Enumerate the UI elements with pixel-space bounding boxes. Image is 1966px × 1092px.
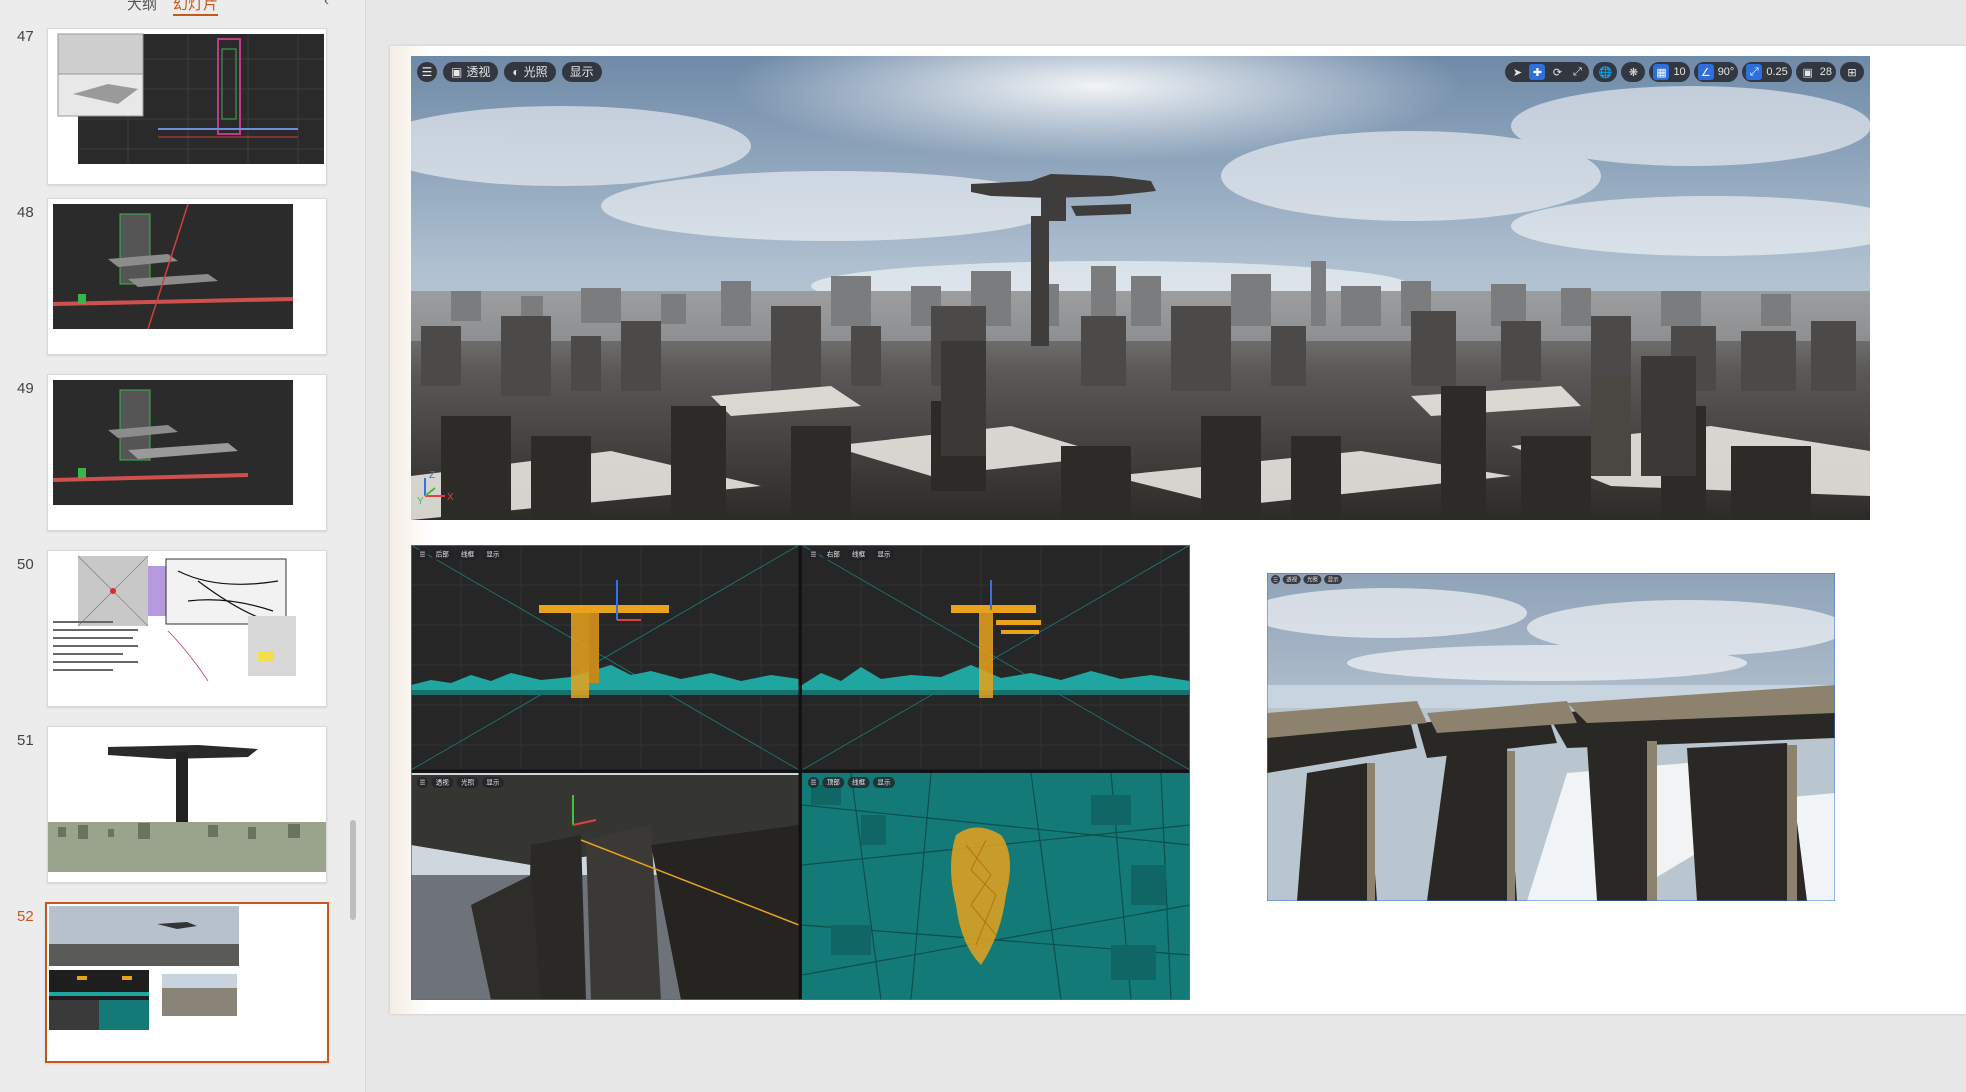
slide-number: 52: [17, 908, 34, 925]
circle-half-icon: ◐: [512, 65, 520, 79]
select-arrow-icon[interactable]: ➤: [1509, 64, 1525, 80]
rotate-icon[interactable]: ⟳: [1549, 64, 1565, 80]
hamburger-icon[interactable]: ☰: [808, 549, 819, 560]
quad-toolbar-back: ☰ 后部 线框 显示: [417, 549, 504, 560]
svg-text:Y: Y: [417, 496, 424, 507]
viewport-toolbar-right: ➤ ✚ ⟳ ⤢ 🌐 ❋ ▦ 10 ∠ 90° ⤢ 0.25 ▣ 28 ⊞: [1505, 62, 1864, 82]
tab-slides[interactable]: 幻灯片: [173, 0, 219, 16]
slide-canvas-area: X Y Z ☰ ▣ 透视 ◐ 光照 显示 ➤ ✚ ⟳ ⤢ 🌐 ❋ ▦ 10 ∠ …: [366, 0, 1966, 1092]
tab-outline[interactable]: 大纲: [127, 0, 157, 14]
lighting-mode-button[interactable]: ◐ 光照: [504, 62, 556, 82]
grid-icon: ▦: [1653, 64, 1670, 80]
show-menu-button[interactable]: 显示: [481, 549, 504, 560]
view-mode-button[interactable]: 右部: [822, 549, 845, 560]
pane-tabs: 大纲 幻灯片 ‹: [0, 0, 365, 16]
quad-toolbar-perspective: ☰ 透视 光照 显示: [417, 777, 504, 788]
angle-icon: ∠: [1697, 64, 1714, 80]
pane-scrollbar[interactable]: [350, 820, 356, 920]
view-mode-button[interactable]: 透视: [1282, 575, 1301, 584]
camera-speed-group[interactable]: ▣ 28: [1795, 62, 1836, 82]
slide-number: 47: [17, 28, 34, 45]
quad-toolbar-right: ☰ 右部 线框 显示: [808, 549, 895, 560]
hamburger-icon[interactable]: ☰: [417, 549, 428, 560]
svg-text:Z: Z: [429, 470, 435, 481]
transform-tools-group: ➤ ✚ ⟳ ⤢: [1505, 62, 1590, 82]
hamburger-icon[interactable]: ☰: [417, 777, 428, 788]
slide-thumbnail-47[interactable]: [47, 28, 327, 185]
surface-snap-toggle[interactable]: ❋: [1621, 62, 1646, 82]
lighting-mode-button[interactable]: 光照: [1303, 575, 1322, 584]
scale-snap-group[interactable]: ⤢ 0.25: [1742, 62, 1792, 82]
slide-52: X Y Z ☰ ▣ 透视 ◐ 光照 显示 ➤ ✚ ⟳ ⤢ 🌐 ❋ ▦ 10 ∠ …: [390, 46, 1966, 1014]
render-mode-button[interactable]: 线框: [456, 549, 479, 560]
show-menu-button[interactable]: 显示: [872, 777, 895, 788]
viewport-screenshot-main[interactable]: X Y Z ☰ ▣ 透视 ◐ 光照 显示 ➤ ✚ ⟳ ⤢ 🌐 ❋ ▦ 10 ∠ …: [411, 56, 1870, 520]
angle-snap-group[interactable]: ∠ 90°: [1693, 62, 1739, 82]
slide-number: 50: [17, 556, 34, 573]
layout-grid-icon: ⊞: [1847, 66, 1857, 79]
grid-snap-group[interactable]: ▦ 10: [1649, 62, 1690, 82]
svg-text:X: X: [447, 492, 454, 503]
render-mode-button[interactable]: 光照: [456, 777, 479, 788]
slide-number: 48: [17, 204, 34, 221]
slide-thumbnail-50[interactable]: [47, 550, 327, 707]
hamburger-icon[interactable]: ☰: [417, 62, 437, 82]
render-mode-button[interactable]: 线框: [847, 549, 870, 560]
slide-thumbnail-pane: 大纲 幻灯片 ‹ 47 48 49 50 51 52: [0, 0, 366, 1092]
quad-panel-top: [801, 772, 1190, 1000]
render-mode-button[interactable]: 线框: [847, 777, 870, 788]
slide-number: 51: [17, 732, 34, 749]
quad-toolbar-top: ☰ 顶部 线框 显示: [808, 777, 895, 788]
view-mode-button[interactable]: 顶部: [822, 777, 845, 788]
camera-icon: ▣: [1802, 66, 1813, 79]
globe-icon: 🌐: [1598, 66, 1613, 79]
scale-icon[interactable]: ⤢: [1569, 64, 1585, 80]
show-menu-button[interactable]: 显示: [1324, 575, 1343, 584]
quad-panel-right: [801, 545, 1190, 771]
show-menu-button[interactable]: 显示: [481, 777, 504, 788]
move-icon[interactable]: ✚: [1529, 64, 1546, 80]
layout-toggle[interactable]: ⊞: [1840, 62, 1864, 82]
view-mode-button[interactable]: 透视: [431, 777, 454, 788]
viewport-toolbar-left: ☰ ▣ 透视 ◐ 光照 显示: [417, 62, 602, 82]
chevron-left-icon[interactable]: ‹: [324, 0, 329, 9]
scale-snap-icon: ⤢: [1746, 64, 1763, 80]
slide-thumbnail-48[interactable]: [47, 198, 327, 355]
slide-thumbnail-49[interactable]: [47, 374, 327, 531]
world-local-toggle[interactable]: 🌐: [1593, 62, 1618, 82]
view-mode-button[interactable]: 后部: [431, 549, 454, 560]
viewport-screenshot-small[interactable]: ☰ 透视 光照 显示: [1267, 573, 1835, 901]
view-mode-button[interactable]: ▣ 透视: [443, 62, 499, 82]
hamburger-icon[interactable]: ☰: [1271, 575, 1280, 584]
cube-icon: ▣: [451, 65, 463, 79]
show-menu-button[interactable]: 显示: [872, 549, 895, 560]
viewport-screenshot-quad[interactable]: ☰ 后部 线框 显示 ☰ 右部 线框 显示 ☰ 透视 光照 显示 ☰ 顶部 线框: [411, 545, 1190, 1000]
show-menu-button[interactable]: 显示: [561, 62, 602, 82]
quad-panel-back: [411, 545, 800, 771]
small-viewport-toolbar: ☰ 透视 光照 显示: [1271, 575, 1343, 584]
hamburger-icon[interactable]: ☰: [808, 777, 819, 788]
slide-thumbnail-51[interactable]: [47, 726, 327, 883]
slide-number: 49: [17, 380, 34, 397]
slide-thumbnail-52[interactable]: [45, 902, 329, 1063]
quad-panel-perspective: [411, 773, 800, 1000]
surface-snap-icon: ❋: [1628, 66, 1639, 79]
